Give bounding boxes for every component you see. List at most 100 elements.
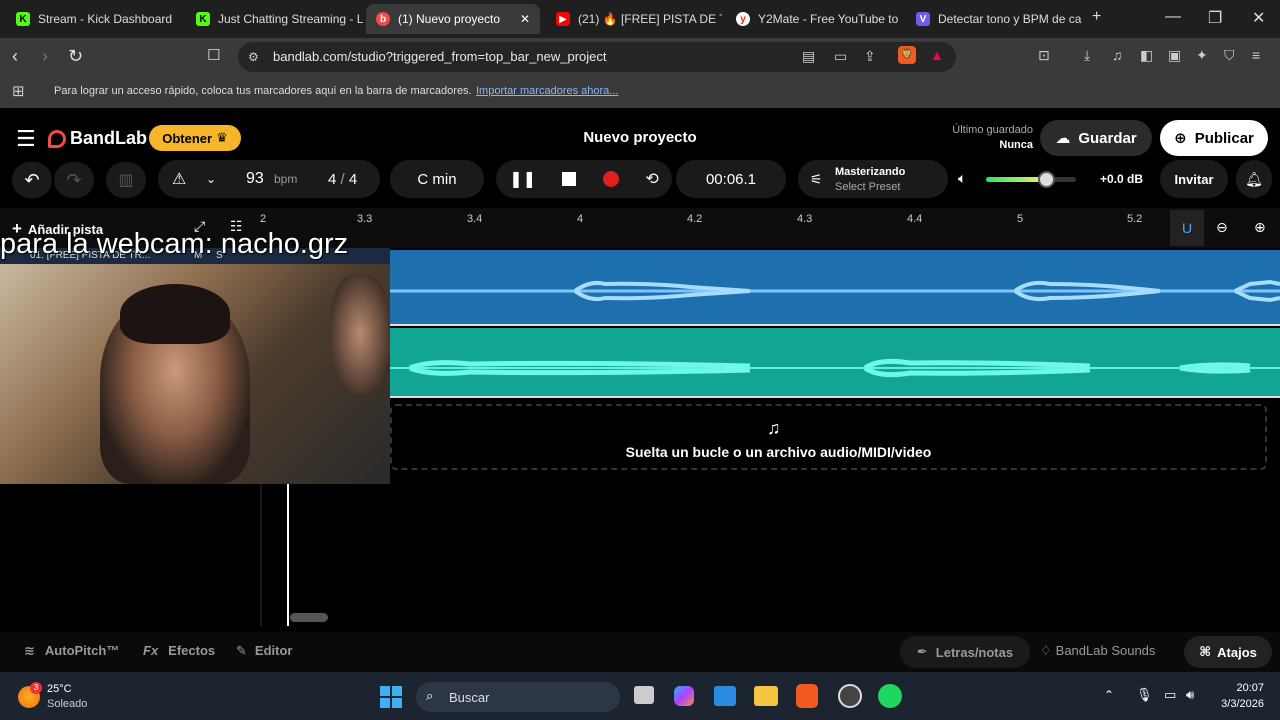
time-signature[interactable]: 4 / 4 (328, 171, 357, 188)
tab-nuevo-proyecto[interactable]: b (1) Nuevo proyecto ✕ (366, 4, 540, 34)
autopitch-button[interactable]: ≋ AutoPitch™ (24, 643, 119, 659)
brave-rewards-icon[interactable]: ▲ (930, 47, 944, 63)
obs-icon[interactable] (838, 684, 862, 708)
bookmark-icon[interactable]: ☐ (207, 46, 220, 64)
new-tab-icon[interactable]: + (1092, 8, 1101, 26)
mastering-button[interactable]: ⚟ Masterizando Select Preset (798, 160, 948, 198)
zoom-in-icon[interactable]: ⊕ (1254, 219, 1266, 236)
record-icon[interactable] (602, 171, 619, 187)
bookmarks-bar: ⊞ Para lograr un acceso rápido, coloca t… (0, 76, 1280, 108)
restore-icon[interactable]: ❐ (1208, 8, 1222, 28)
waveform-1 (390, 279, 1280, 303)
project-title[interactable]: Nuevo proyecto (540, 129, 740, 146)
chevron-down-icon[interactable]: ⌄ (206, 172, 216, 186)
bpm-value[interactable]: 93 (246, 170, 264, 188)
tab-kick-dashboard[interactable]: K Stream - Kick Dashboard (6, 4, 184, 34)
apps-grid-icon[interactable]: ⊞ (12, 82, 25, 100)
piano-button[interactable]: ▥ (106, 162, 146, 198)
zoom-out-icon[interactable]: ⊖ (1216, 219, 1228, 236)
microphone-icon[interactable]: 🎙︎ (1136, 687, 1153, 703)
tab-search-icon[interactable]: ⊡ (1038, 47, 1050, 64)
publish-button[interactable]: ⊕ Publicar (1160, 120, 1268, 156)
brave-shield-icon[interactable]: 🦁 (898, 46, 916, 64)
tab-y2mate[interactable]: y Y2Mate - Free YouTube to (726, 4, 902, 34)
weather-temp[interactable]: 25°C (47, 683, 72, 695)
speaker-icon[interactable]: 🔊︎ (1186, 687, 1194, 703)
notifications-button[interactable]: 🔔︎ (1236, 160, 1272, 198)
stop-icon[interactable] (562, 172, 577, 186)
audio-region-1[interactable] (390, 250, 1280, 324)
save-button[interactable]: ☁ Guardar (1040, 120, 1152, 156)
brave-taskbar-icon[interactable] (796, 684, 818, 708)
magnet-snap-icon[interactable]: U (1170, 210, 1204, 246)
bpm-unit: bpm (274, 172, 298, 186)
lyrics-label: Letras/notas (935, 644, 1014, 660)
taskbar-search[interactable]: ⌕ Buscar (416, 682, 620, 712)
task-view-icon[interactable] (634, 686, 654, 704)
hamburger-menu-icon[interactable]: ☰ (16, 126, 36, 152)
db-readout: +0.0 dB (1100, 172, 1144, 186)
bandlab-sounds-button[interactable]: ♢ BandLab Sounds (1040, 643, 1155, 659)
forward-icon[interactable]: › (42, 46, 48, 67)
key-selector[interactable]: C min (390, 160, 484, 198)
fx-icon: Fx (143, 643, 159, 658)
audio-region-2[interactable] (390, 328, 1280, 396)
bandlab-logo-text: BandLab (70, 128, 148, 148)
music-icon[interactable]: ♫ (1112, 47, 1123, 63)
tab-just-chatting[interactable]: K Just Chatting Streaming - L (186, 4, 364, 34)
globe-icon: ⊕ (1174, 130, 1187, 147)
time-display: 00:06.1 (676, 160, 786, 198)
sidebar-icon[interactable]: ◧ (1140, 47, 1153, 64)
share-icon[interactable]: ⇪ (864, 48, 876, 65)
obtener-button[interactable]: Obtener ♛ (149, 125, 241, 151)
copilot-icon[interactable] (674, 686, 694, 706)
tab-youtube[interactable]: ▶ (21) 🔥 [FREE] PISTA DE TR (546, 4, 722, 34)
chevron-up-icon[interactable]: ⌃ (1104, 688, 1114, 702)
undo-button[interactable]: ↶ (12, 162, 52, 198)
drop-zone[interactable]: ♫ Suelta un bucle o un archivo audio/MID… (390, 404, 1267, 470)
store-icon[interactable] (714, 686, 736, 706)
address-bar[interactable]: bandlab.com/studio?triggered_from=top_ba… (238, 42, 956, 72)
crown-icon: ♛ (216, 130, 228, 145)
pause-icon[interactable]: ❚❚ (509, 169, 536, 189)
spotify-icon[interactable] (878, 684, 902, 708)
shortcuts-button[interactable]: ⌘ Atajos (1184, 636, 1272, 668)
loop-icon[interactable]: ⟲ (645, 169, 658, 189)
transport-controls: ❚❚ ⟲ (496, 160, 672, 198)
download-icon[interactable]: ⤓ (1084, 47, 1090, 64)
close-window-icon[interactable]: ✕ (1252, 8, 1265, 28)
redo-button[interactable]: ↷ (54, 162, 94, 198)
volume-knob[interactable] (1038, 171, 1055, 188)
import-bookmarks-link[interactable]: Importar marcadores ahora... (476, 85, 618, 97)
clock-date[interactable]: 3/3/2026 (1200, 698, 1264, 710)
file-explorer-icon[interactable] (754, 686, 778, 706)
minimize-icon[interactable]: — (1165, 8, 1181, 26)
editor-button[interactable]: ✎ Editor (236, 643, 292, 659)
menu-icon[interactable]: ≡ (1252, 47, 1260, 63)
site-settings-icon[interactable]: ⚙ (248, 50, 259, 64)
bandlab-logo[interactable]: BandLab (48, 128, 147, 149)
metronome-icon[interactable]: ⚠ (172, 169, 186, 189)
command-icon: ⌘ (1199, 644, 1212, 659)
volume-icon[interactable]: 🔈︎ (958, 170, 966, 187)
reload-icon[interactable]: ↻ (68, 46, 83, 67)
close-tab-icon[interactable]: ✕ (520, 12, 530, 26)
leo-ai-icon[interactable]: ✦ (1196, 47, 1208, 64)
reader-icon[interactable]: ▤ (802, 48, 815, 65)
back-icon[interactable]: ‹ (12, 46, 18, 67)
cast-icon[interactable]: ▭ (834, 48, 847, 65)
lyrics-button[interactable]: ✒ Letras/notas (900, 636, 1030, 668)
vpn-icon[interactable]: ⛉ (1224, 47, 1235, 64)
network-icon[interactable]: ▭ (1164, 687, 1176, 703)
volume-slider[interactable] (986, 171, 1076, 188)
tab-detectar-tono[interactable]: V Detectar tono y BPM de ca (906, 4, 1082, 34)
clock-time[interactable]: 20:07 (1220, 682, 1264, 694)
wallet-icon[interactable]: ▣ (1168, 47, 1181, 64)
effects-button[interactable]: Fx Efectos (143, 643, 215, 658)
horizontal-scrollbar[interactable] (290, 613, 328, 622)
windows-start-icon[interactable] (380, 686, 402, 708)
invite-button[interactable]: Invitar (1160, 160, 1228, 198)
playhead[interactable] (287, 484, 289, 626)
piano-icon: ▥ (118, 172, 134, 189)
ruler-mark: 3.4 (467, 213, 483, 225)
